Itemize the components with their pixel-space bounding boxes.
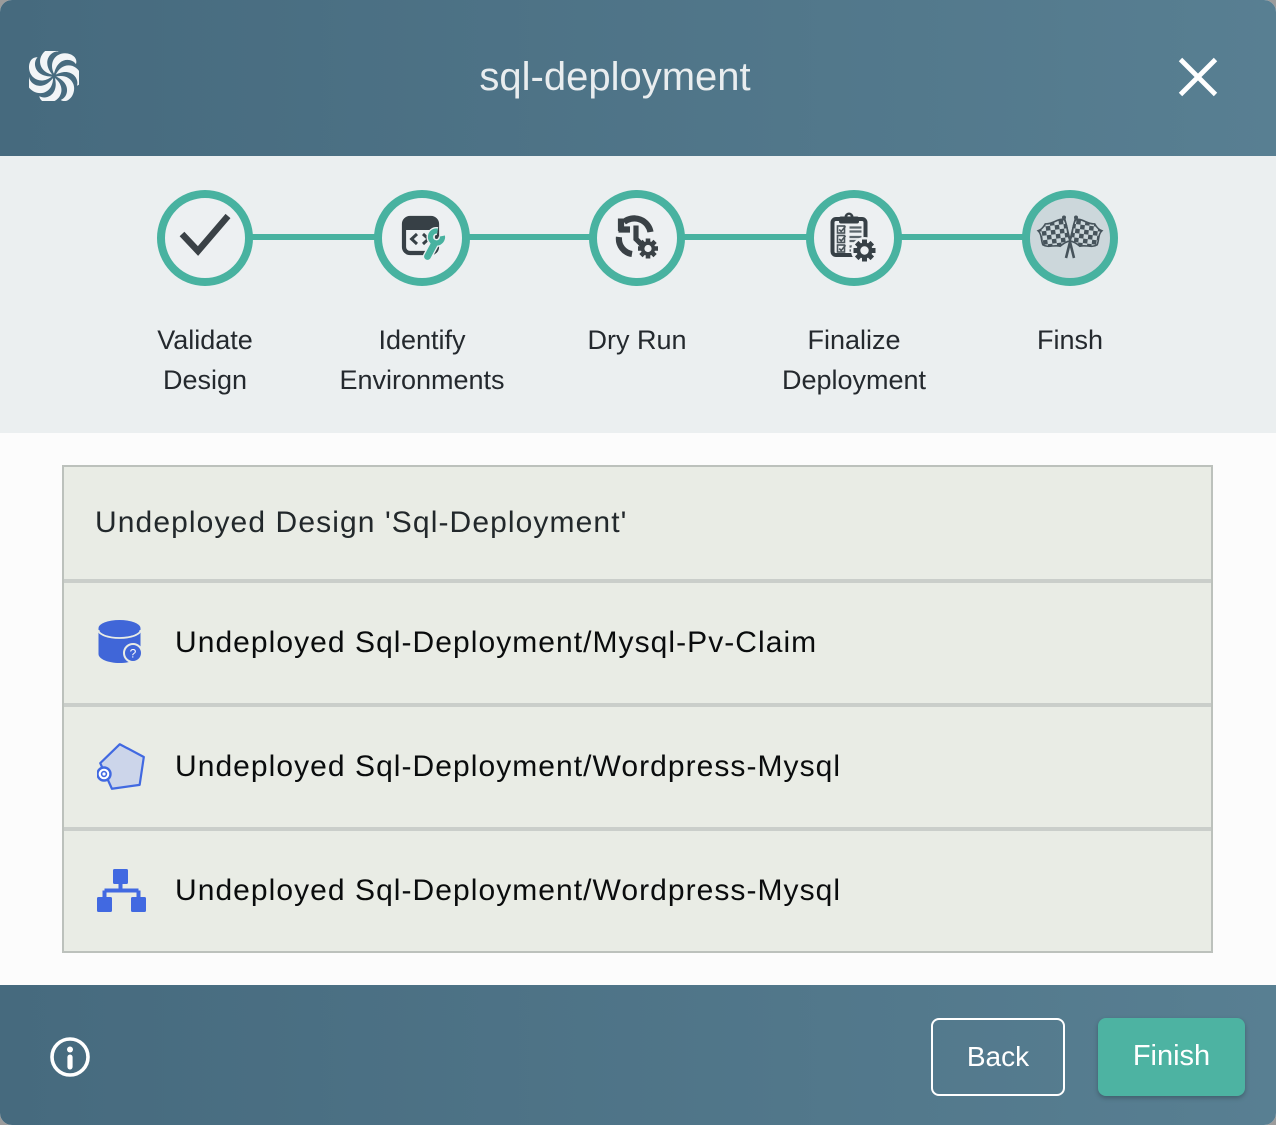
svg-text:?: ?	[130, 646, 137, 660]
